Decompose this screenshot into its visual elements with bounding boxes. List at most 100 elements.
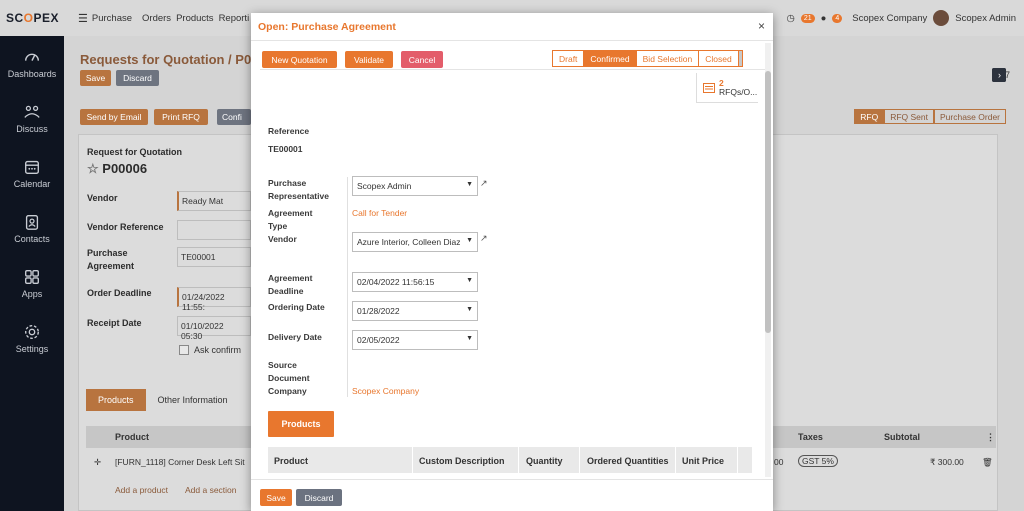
purchase-representative-select[interactable]: Scopex Admin ▼ (352, 176, 478, 196)
send-email-button[interactable]: Send by Email (80, 109, 148, 125)
vendor-ref-field[interactable] (177, 220, 251, 240)
ordering-date-input[interactable]: 01/28/2022 ▼ (352, 301, 478, 321)
menu-icon[interactable]: ☰ (78, 12, 88, 25)
print-rfq-button[interactable]: Print RFQ (154, 109, 208, 125)
activity-icon[interactable]: ◷ (787, 13, 795, 24)
user-name[interactable]: Scopex Admin (955, 13, 1016, 24)
reference-label: Reference (268, 126, 310, 136)
validate-button[interactable]: Validate (345, 51, 393, 68)
delivery-date-input[interactable]: 02/05/2022 ▼ (352, 330, 478, 350)
delivery-date-label: Delivery Date (268, 332, 322, 342)
discard-button[interactable]: Discard (296, 489, 342, 506)
drag-handle-icon[interactable]: ✛ (94, 457, 101, 468)
modal-footer: Save Discard (251, 479, 773, 511)
col-unit-price[interactable]: Unit Price (682, 456, 724, 466)
agreement-deadline-label-line1: Agreement (268, 273, 313, 283)
star-icon[interactable]: ☆ (87, 161, 102, 176)
sidebar-item-apps[interactable]: Apps (0, 256, 64, 311)
row-subtotal: ₹ 300.00 (930, 457, 964, 467)
pager-next-icon[interactable]: › (992, 68, 1007, 82)
add-product-link[interactable]: Add a product (115, 485, 168, 495)
rfqs-smart-button[interactable]: 2 RFQs/O... (696, 73, 758, 103)
products-tab[interactable]: Products (268, 411, 334, 437)
external-link-icon[interactable]: ↗ (480, 233, 488, 244)
chevron-down-icon: ▼ (466, 335, 473, 342)
column-options-icon[interactable]: ⋮ (986, 432, 995, 443)
col-custom-description[interactable]: Custom Description (419, 456, 505, 466)
ask-confirm-row[interactable]: Ask confirm (179, 345, 241, 355)
cancel-button[interactable]: Cancel (401, 51, 443, 68)
tab-other-information[interactable]: Other Information (146, 389, 240, 411)
settings-icon (25, 325, 39, 339)
sidebar-item-settings[interactable]: Settings (0, 311, 64, 366)
products-table-header: Product Custom Description Quantity Orde… (268, 447, 752, 473)
calendar-icon (25, 160, 39, 174)
sidebar-item-contacts[interactable]: Contacts (0, 201, 64, 256)
nav-orders[interactable]: Orders (142, 13, 171, 24)
field-divider (347, 177, 348, 279)
modal-scrollbar-thumb[interactable] (765, 71, 771, 333)
scopex-logo[interactable]: SCOPEX (0, 11, 64, 25)
row-tax-badge[interactable]: GST 5% (798, 455, 838, 467)
app-name[interactable]: Purchase (92, 13, 132, 24)
avatar[interactable] (933, 10, 950, 26)
top-right-area: ◷ 21 ● 4 Scopex Company Scopex Admin (787, 0, 1016, 36)
status-rfq-sent[interactable]: RFQ Sent (884, 109, 934, 124)
sidebar-item-dashboards[interactable]: Dashboards (0, 36, 64, 91)
col-ordered-quantities[interactable]: Ordered Quantities (587, 456, 669, 466)
vendor-ref-label: Vendor Reference (87, 222, 164, 232)
receipt-date-field[interactable]: 01/10/2022 05:30 (177, 316, 251, 341)
agreement-status-bar: Draft Confirmed Bid Selection Closed (552, 50, 743, 67)
confirm-order-button[interactable]: Confi (217, 109, 251, 125)
bg-save-button[interactable]: Save (80, 70, 111, 86)
nav-products[interactable]: Products (176, 13, 214, 24)
contacts-icon (25, 215, 39, 230)
col-product[interactable]: Product (115, 432, 149, 442)
tab-products[interactable]: Products (86, 389, 146, 411)
company-label: Company (268, 386, 307, 396)
sidebar-label: Calendar (13, 179, 51, 189)
activity-badge: 21 (800, 13, 815, 23)
status-rfq[interactable]: RFQ (854, 109, 885, 124)
stage-draft[interactable]: Draft (552, 50, 585, 67)
vendor-select[interactable]: Azure Interior, Colleen Diaz ▼ (352, 232, 478, 252)
header-divider (260, 69, 765, 70)
source-document-label-line2: Document (268, 373, 310, 383)
agreement-type-link[interactable]: Call for Tender (352, 208, 407, 218)
rfq-status-bar: RFQ RFQ Sent Purchase Order (854, 109, 1006, 124)
doc-type-label: Request for Quotation (87, 147, 182, 157)
close-icon[interactable]: × (758, 19, 765, 33)
order-deadline-field[interactable]: 01/24/2022 11:55: (177, 287, 251, 312)
col-taxes[interactable]: Taxes (798, 432, 823, 442)
trash-icon[interactable]: 🗑 (982, 457, 993, 468)
bg-discard-button[interactable]: Discard (116, 70, 159, 86)
stage-closed[interactable]: Closed (698, 50, 739, 67)
col-subtotal[interactable]: Subtotal (884, 432, 920, 442)
agreement-type-label-line1: Agreement (268, 208, 313, 218)
sidebar-item-calendar[interactable]: Calendar (0, 146, 64, 201)
company-link[interactable]: Scopex Company (352, 386, 419, 396)
vendor-value: Azure Interior, Colleen Diaz (357, 237, 461, 247)
messages-icon[interactable]: ● (821, 13, 827, 24)
external-link-icon[interactable]: ↗ (480, 178, 488, 189)
col-quantity[interactable]: Quantity (526, 456, 563, 466)
breadcrumb[interactable]: Requests for Quotation / P00 (80, 52, 258, 67)
agreement-field[interactable]: TE00001 (177, 247, 251, 267)
ask-confirm-checkbox[interactable] (179, 345, 189, 355)
agreement-deadline-input[interactable]: 02/04/2022 11:56:15 ▼ (352, 272, 478, 292)
row-product[interactable]: [FURN_1118] Corner Desk Left Sit (115, 457, 245, 467)
status-purchase-order[interactable]: Purchase Order (934, 109, 1006, 124)
add-section-link[interactable]: Add a section (185, 485, 237, 495)
vendor-field[interactable]: Ready Mat (177, 191, 251, 211)
stage-confirmed[interactable]: Confirmed (583, 50, 637, 67)
nav-reporting[interactable]: Reporti (219, 13, 250, 24)
save-button[interactable]: Save (260, 489, 292, 506)
chevron-down-icon: ▼ (466, 181, 473, 188)
purchase-agreement-modal: Open: Purchase Agreement × New Quotation… (251, 13, 773, 511)
new-quotation-button[interactable]: New Quotation (262, 51, 337, 68)
chevron-down-icon: ▼ (466, 237, 473, 244)
col-product[interactable]: Product (274, 456, 308, 466)
sidebar-item-discuss[interactable]: Discuss (0, 91, 64, 146)
company-switcher[interactable]: Scopex Company (852, 13, 927, 24)
stage-bid-selection[interactable]: Bid Selection (635, 50, 700, 67)
